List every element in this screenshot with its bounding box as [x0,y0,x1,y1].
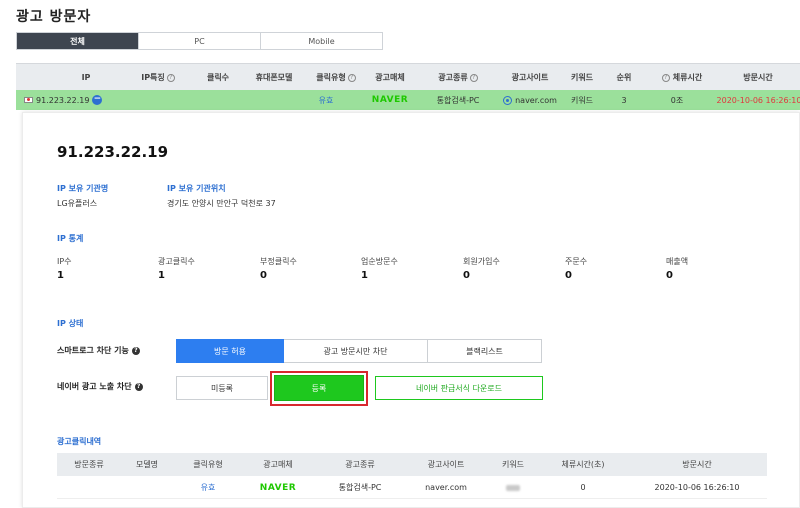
org-location-label: IP 보유 기관위치 [167,184,226,193]
org-name-value: LG유플러스 [57,199,98,208]
history-header-cell: 키워드 [501,460,525,469]
smartlog-segmented-control: 방문 허용 광고 방문시만 차단 블랙리스트 [176,339,542,363]
stat-value: 1 [57,270,64,281]
row-click-type[interactable]: 유효 [306,90,346,110]
tab-all[interactable]: 전체 [17,33,139,49]
stat-value: 1 [158,270,165,281]
collapse-icon[interactable]: − [92,95,103,105]
row-keyword: 키워드 [570,95,594,105]
download-form-button[interactable]: 네이버 판급서식 다운로드 [375,376,543,400]
flag-icon [24,97,33,103]
header-rank: 순위 [616,73,632,82]
stats-title: IP 통계 [57,234,84,243]
help-icon[interactable]: ? [661,73,670,82]
header-clicks: 클릭수 [206,73,230,82]
help-icon[interactable]: ? [134,382,143,391]
row-ad-type: 통합검색-PC [436,95,480,105]
header-ad-type[interactable]: 광고종류? [428,64,488,91]
stat-value: 0 [463,270,470,281]
highlight-box [270,371,368,406]
block-ad-visit-button[interactable]: 광고 방문시만 차단 [284,339,428,363]
globe-icon [503,95,513,105]
help-icon[interactable]: ? [166,73,175,82]
unregistered-button[interactable]: 미등록 [176,376,268,400]
stat-value: 1 [361,270,368,281]
help-icon[interactable]: ? [131,346,140,355]
row-ip: 91.223.22.19 [36,95,90,105]
detail-ip-heading: 91.223.22.19 [57,143,169,161]
header-keyword: 키워드 [570,73,594,82]
header-ip-feature[interactable]: IP특징? [138,64,178,91]
history-header-cell: 체류시간(초) [561,460,605,469]
table-row-selected[interactable]: 91.223.22.19 − 유효 NAVER 통합검색-PC naver.co… [16,90,800,110]
tab-mobile[interactable]: Mobile [261,33,382,49]
history-header-cell: 방문시간 [682,460,712,469]
history-keyword-redacted [493,476,533,499]
history-ad-site: naver.com [425,483,467,492]
row-ad-site[interactable]: naver.com [494,90,566,110]
header-ad-site: 광고사이트 [511,73,549,82]
stat-value: 0 [260,270,267,281]
stat-label: 부정클릭수 [260,257,297,266]
header-phone-model: 휴대폰모델 [255,73,293,82]
history-ad-type: 통합검색-PC [338,483,382,492]
row-rank: 3 [621,95,627,105]
history-title: 광고클릭내역 [57,437,102,446]
history-header-cell: 광고사이트 [427,460,465,469]
history-row: 유효 NAVER 통합검색-PC naver.com 0 2020-10-06 … [57,476,767,499]
header-ad-media: 광고매체 [375,73,405,82]
org-name-label: IP 보유 기관명 [57,184,109,193]
allow-visit-button[interactable]: 방문 허용 [176,339,284,363]
history-visit-time: 2020-10-06 16:26:10 [654,483,740,492]
detail-panel [22,112,800,508]
stat-label: 회원가입수 [463,257,500,266]
table-header: IP IP특징? 클릭수 휴대폰모델 클릭유형? 광고매체 광고종류? 광고사이… [16,63,800,90]
history-click-type[interactable]: 유효 [183,476,233,499]
stat-label: 업순방문수 [361,257,398,266]
status-title: IP 상태 [57,319,84,328]
row-visit-time: 2020-10-06 16:26:10 [716,95,800,105]
help-icon[interactable]: ? [469,73,478,82]
naver-logo: NAVER [371,95,409,105]
stat-label: 매출액 [666,257,689,266]
history-table-header: 방문종류 모델명 클릭유형 광고매체 광고종류 광고사이트 키워드 체류시간(초… [57,453,767,476]
history-header-cell: 광고매체 [263,460,293,469]
stat-value: 0 [565,270,572,281]
header-click-type[interactable]: 클릭유형? [306,64,366,91]
history-header-cell: 광고종류 [345,460,375,469]
blacklist-button[interactable]: 블랙리스트 [428,339,542,363]
page-title: 광고 방문자 [16,9,92,25]
org-location-value: 경기도 안양시 만안구 덕천로 37 [167,199,276,208]
help-icon[interactable]: ? [347,73,356,82]
stat-label: IP수 [57,257,72,266]
stat-label: 주문수 [565,257,588,266]
stat-label: 광고클릭수 [158,257,195,266]
stat-value: 0 [666,270,673,281]
row-stay-time: 0조 [670,95,684,105]
header-ip: IP [81,73,91,82]
history-stay-time: 0 [580,483,586,492]
naver-logo: NAVER [259,482,297,493]
tab-pc[interactable]: PC [139,33,261,49]
redacted-keyword [506,484,520,491]
naver-block-label: 네이버 광고 노출 차단? [57,381,143,392]
row-ip-cell: 91.223.22.19 − [24,90,104,110]
history-header-cell: 방문종류 [74,460,104,469]
header-stay-time[interactable]: ? 체류시간 [652,64,712,91]
smartlog-block-label: 스마트로그 차단 기능? [57,345,140,356]
history-header-cell: 클릭유형 [193,460,223,469]
header-visit-time: 방문시간 [743,73,773,82]
history-header-cell: 모델명 [135,460,159,469]
device-tabs: 전체 PC Mobile [16,32,383,50]
